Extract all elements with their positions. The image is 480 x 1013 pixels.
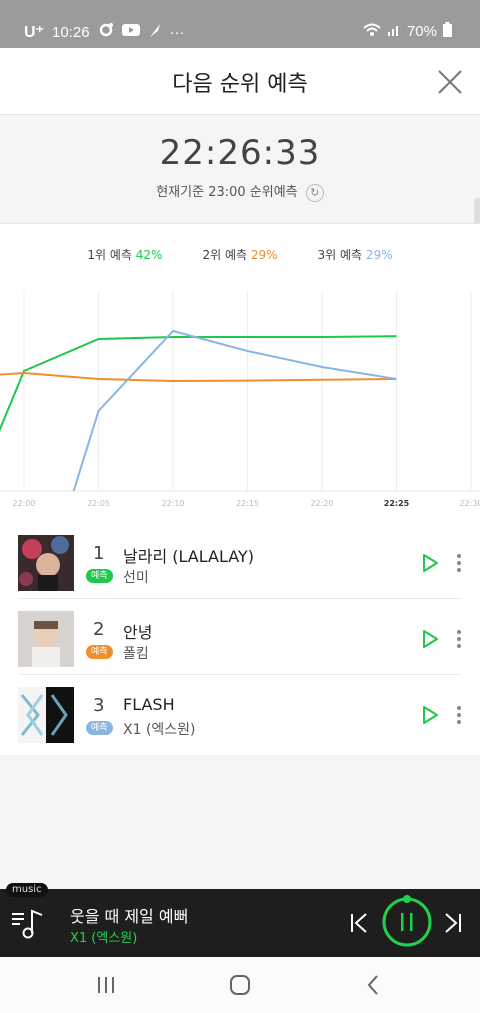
countdown-section: 22:26:33 현재기준 23:00 순위예측 ↻ (0, 115, 480, 223)
rank-number: 1 (93, 543, 105, 564)
next-button[interactable] (442, 911, 464, 935)
more-notifications: ··· (169, 23, 185, 41)
previous-button[interactable] (348, 911, 370, 935)
pause-button[interactable] (380, 895, 434, 949)
more-options-button[interactable] (454, 705, 464, 725)
play-icon (423, 706, 438, 724)
ranking-row-1[interactable]: 1 날라리 (LALALAY) 예측 선미 (0, 523, 480, 599)
mini-player[interactable]: music 웃을 때 제일 예뻐 X1 (엑스원) (0, 883, 480, 957)
prediction-badge: 예측 (86, 721, 113, 735)
album-cover-2 (18, 611, 74, 667)
rank-number: 2 (93, 619, 105, 640)
more-options-button[interactable] (454, 629, 464, 649)
play-button[interactable] (420, 629, 440, 649)
song-title: FLASH (123, 695, 175, 714)
ranking-list: 1 날라리 (LALALAY) 예측 선미 2 안녕 예측 폴킴 3 FLASH… (0, 523, 480, 755)
ranking-row-2[interactable]: 2 안녕 예측 폴킴 (0, 599, 480, 675)
series-line-1 (0, 335, 397, 432)
music-note-icon (12, 909, 43, 939)
system-navigation-bar (0, 957, 480, 1013)
recent-apps-button[interactable] (92, 971, 120, 999)
x-tick-label: 22:10 (161, 499, 184, 508)
ranking-row-3[interactable]: 3 FLASH 예측 X1 (엑스원) (0, 675, 480, 751)
now-playing-artist: X1 (엑스원) (70, 931, 138, 946)
artist-name: 폴킴 (123, 646, 149, 662)
countdown-time: 22:26:33 (159, 133, 321, 173)
page-title: 다음 순위 예측 (172, 72, 308, 97)
recent-apps-icon (98, 977, 114, 993)
play-icon (423, 554, 438, 572)
album-cover-3 (18, 687, 74, 743)
song-title: 날라리 (LALALAY) (123, 547, 254, 566)
home-button[interactable] (226, 971, 254, 999)
circle-app-icon (98, 22, 114, 42)
play-icon (423, 630, 438, 648)
skip-previous-icon (351, 913, 367, 933)
more-options-button[interactable] (454, 553, 464, 573)
battery-percent: 70% (406, 23, 437, 40)
close-button[interactable] (436, 68, 464, 96)
x-tick-label: 22:20 (310, 499, 333, 508)
x-tick-label: 22:00 (12, 499, 35, 508)
series-line-3 (72, 329, 397, 491)
pause-icon (382, 895, 432, 947)
close-icon (438, 70, 462, 94)
more-vertical-icon (457, 630, 461, 648)
more-vertical-icon (457, 706, 461, 724)
x-tick-label: 22:30 (459, 499, 480, 508)
prediction-basis: 현재기준 23:00 순위예측 ↻ (0, 181, 480, 202)
x-tick-label: 22:05 (87, 499, 110, 508)
status-time: 10:26 (52, 23, 90, 41)
back-icon (367, 975, 378, 995)
back-button[interactable] (360, 971, 388, 999)
feather-icon (148, 22, 162, 42)
x-tick-label: 22:15 (236, 499, 259, 508)
signal-icon (387, 23, 401, 41)
artist-name: 선미 (123, 570, 149, 586)
playlist-button[interactable] (10, 903, 50, 943)
carrier-label: U⁺ (24, 24, 44, 41)
series-line-2 (0, 371, 397, 383)
now-playing-title: 웃을 때 제일 예뻐 (70, 907, 189, 926)
music-tag: music (6, 883, 48, 897)
prediction-chart: 1위 예측 42% 2위 예측 29% 3위 예측 29% 22:00 22:05… (0, 223, 480, 524)
battery-icon (443, 22, 452, 41)
album-cover-1 (18, 535, 74, 591)
skip-next-icon (445, 913, 461, 933)
x-tick-label: 22:25 (384, 499, 410, 508)
refresh-button[interactable]: ↻ (305, 183, 324, 202)
title-bar: 다음 순위 예측 (0, 48, 480, 115)
more-vertical-icon (457, 554, 461, 572)
rank-number: 3 (93, 695, 105, 716)
wifi-icon (363, 23, 381, 41)
song-title: 안녕 (123, 623, 153, 642)
youtube-icon (121, 23, 140, 41)
status-bar: U⁺ 10:26 ··· 70% (0, 0, 480, 48)
chart-plot: 22:00 22:05 22:10 22:15 22:20 22:25 22:30 (0, 291, 480, 508)
prediction-badge: 예측 (86, 569, 113, 583)
artist-name: X1 (엑스원) (123, 722, 196, 738)
play-button[interactable] (420, 705, 440, 725)
play-button[interactable] (420, 553, 440, 573)
home-icon (230, 975, 250, 995)
prediction-badge: 예측 (86, 645, 113, 659)
prediction-basis-label: 현재기준 23:00 순위예측 (156, 185, 298, 200)
